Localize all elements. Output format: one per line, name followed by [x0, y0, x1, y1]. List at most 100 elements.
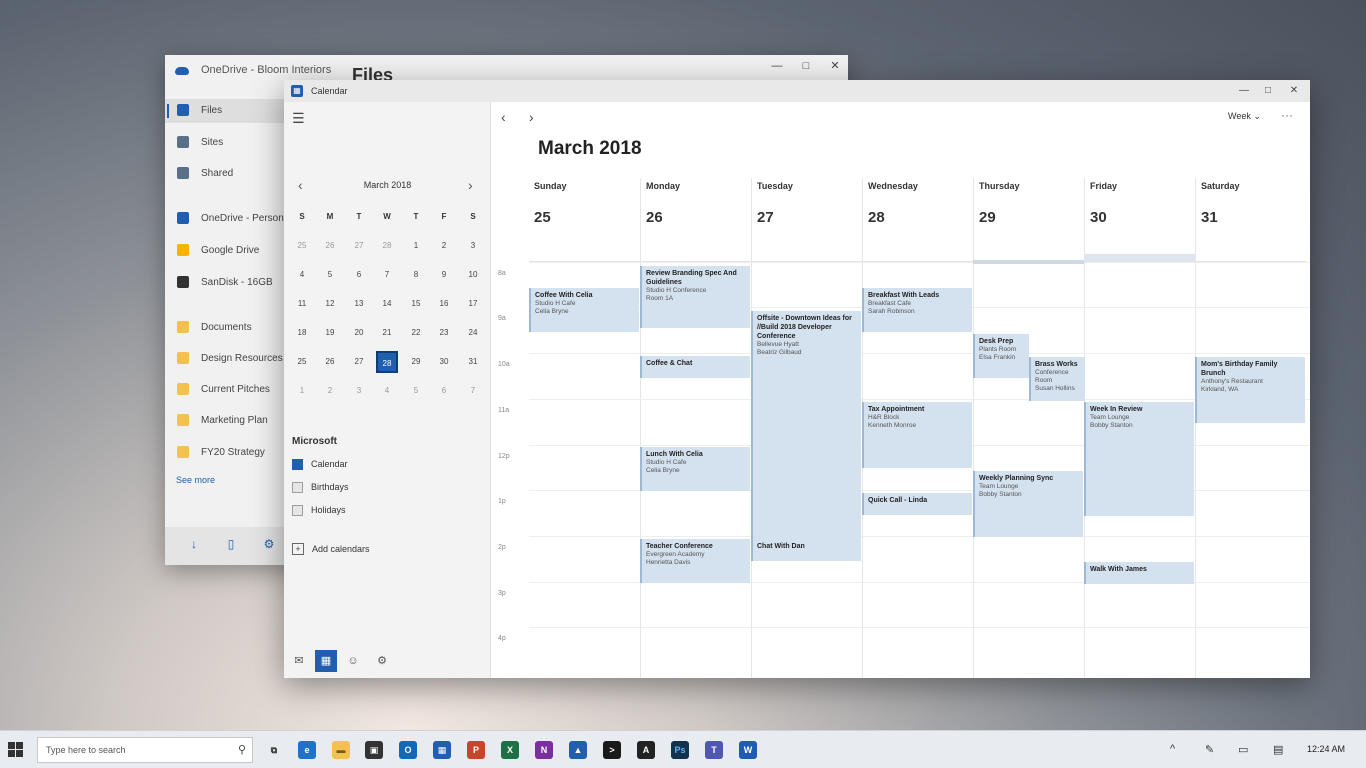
terminal-icon[interactable]: > — [603, 741, 621, 759]
mini-day[interactable]: 6 — [348, 264, 370, 286]
mini-day[interactable]: 10 — [462, 264, 484, 286]
day-number[interactable]: 31 — [1201, 209, 1218, 226]
calendar-event[interactable]: Coffee With Celia Studio H Cafe Celia Bryn… — [529, 288, 639, 332]
mini-day[interactable]: 7 — [376, 264, 398, 286]
files-nav-item[interactable]: Design Resources — [165, 347, 285, 371]
mini-day[interactable]: 15 — [405, 293, 427, 315]
people-icon[interactable]: ☺ — [342, 650, 364, 672]
settings-icon[interactable]: ⚙ — [371, 650, 393, 672]
mini-day[interactable]: 29 — [405, 351, 427, 373]
mini-day[interactable]: 30 — [433, 351, 455, 373]
mini-day[interactable]: 8 — [405, 264, 427, 286]
calendar-toggle[interactable]: Birthdays — [292, 481, 472, 495]
settings-icon[interactable]: ⚙ — [262, 537, 276, 551]
calendar-event[interactable]: Teacher Conference Evergreen Academy Henri… — [640, 539, 750, 583]
mini-day[interactable]: 1 — [291, 380, 313, 402]
checkbox-icon[interactable] — [292, 482, 303, 493]
mini-day[interactable]: 31 — [462, 351, 484, 373]
calendar-icon[interactable]: ▦ — [433, 741, 451, 759]
task-view-icon[interactable]: ⧉ — [265, 741, 283, 759]
mini-day[interactable]: 23 — [433, 322, 455, 344]
files-nav-item[interactable]: Files — [165, 99, 285, 123]
mini-day[interactable]: 9 — [433, 264, 455, 286]
files-see-more-link[interactable]: See more — [176, 475, 215, 485]
mini-day[interactable]: 7 — [462, 380, 484, 402]
tray-overflow-icon[interactable]: ^ — [1170, 743, 1175, 755]
more-options-icon[interactable]: ··· — [1281, 108, 1293, 122]
mini-day[interactable]: 20 — [348, 322, 370, 344]
mini-day[interactable]: 5 — [405, 380, 427, 402]
notifications-icon[interactable]: ▤ — [1273, 743, 1283, 756]
calendar-event[interactable]: Tax Appointment H&R Block Kenneth Monroe — [862, 402, 972, 468]
view-dropdown[interactable]: Week ⌄ — [1228, 111, 1261, 122]
photoshop-icon[interactable]: Ps — [671, 741, 689, 759]
all-day-event-bar[interactable] — [973, 260, 1084, 264]
calendar-event[interactable]: Walk With James — [1084, 562, 1194, 584]
calendar-event[interactable]: Lunch With Celia Studio H Cafe Celia Bryne — [640, 447, 750, 491]
start-button[interactable] — [8, 742, 24, 758]
mini-day[interactable]: 22 — [405, 322, 427, 344]
day-number[interactable]: 28 — [868, 209, 885, 226]
onenote-icon[interactable]: N — [535, 741, 553, 759]
files-nav-item[interactable]: Documents — [165, 316, 285, 340]
mini-day[interactable]: 19 — [319, 322, 341, 344]
mini-day[interactable]: 3 — [462, 235, 484, 257]
mini-day[interactable]: 2 — [319, 380, 341, 402]
files-nav-item[interactable]: SanDisk - 16GB — [165, 271, 285, 295]
calendar-event[interactable]: Offsite - Downtown Ideas for //Build 201… — [751, 311, 861, 561]
calendar-event[interactable]: Weekly Planning Sync Team Lounge Bobby Sta… — [973, 471, 1083, 537]
word-icon[interactable]: W — [739, 741, 757, 759]
calendar-close-button[interactable]: ✕ — [1282, 82, 1306, 100]
mini-day[interactable]: 21 — [376, 322, 398, 344]
mini-day[interactable]: 18 — [291, 322, 313, 344]
file-explorer-icon[interactable]: ▬ — [332, 741, 350, 759]
files-nav-item[interactable]: Sites — [165, 131, 285, 155]
day-number[interactable]: 30 — [1090, 209, 1107, 226]
calendar-switch-icon[interactable]: ▦ — [315, 650, 337, 672]
mini-day[interactable]: 6 — [433, 380, 455, 402]
calendar-event[interactable]: Mom's Birthday Family Brunch Anthony's Re… — [1195, 357, 1305, 423]
day-number[interactable]: 25 — [534, 209, 551, 226]
calendar-event[interactable]: Chat With Dan — [751, 539, 861, 561]
day-number[interactable]: 27 — [757, 209, 774, 226]
mail-icon[interactable]: ✉ — [288, 650, 310, 672]
taskbar-clock[interactable]: 12:24 AM — [1307, 744, 1345, 754]
mini-day[interactable]: 3 — [348, 380, 370, 402]
mini-day[interactable]: 4 — [291, 264, 313, 286]
calendar-event[interactable]: Breakfast With Leads Breakfast Cafe Sarah … — [862, 288, 972, 332]
edge-icon[interactable]: e — [298, 741, 316, 759]
calendar-event[interactable]: Desk Prep Plants Room Elsa Frankin — [973, 334, 1029, 378]
mini-day[interactable]: 13 — [348, 293, 370, 315]
hamburger-menu-icon[interactable]: ☰ — [292, 111, 305, 125]
mini-day[interactable]: 28 — [376, 351, 398, 373]
outlook-icon[interactable]: O — [399, 741, 417, 759]
files-close-button[interactable]: ✕ — [820, 57, 850, 75]
excel-icon[interactable]: X — [501, 741, 519, 759]
files-nav-item[interactable]: Google Drive — [165, 239, 285, 263]
store-icon[interactable]: ▣ — [365, 741, 383, 759]
files-nav-item[interactable]: OneDrive - Personal — [165, 207, 292, 231]
calendar-minimize-button[interactable]: — — [1232, 82, 1256, 100]
mini-day[interactable]: 1 — [405, 235, 427, 257]
calendar-event[interactable]: Coffee & Chat — [640, 356, 750, 378]
mini-day[interactable]: 25 — [291, 351, 313, 373]
calendar-event[interactable]: Week In Review Team Lounge Bobby Stanton — [1084, 402, 1194, 516]
powerpoint-icon[interactable]: P — [467, 741, 485, 759]
mini-day[interactable]: 27 — [348, 351, 370, 373]
checkbox-icon[interactable] — [292, 505, 303, 516]
pen-icon[interactable]: ✎ — [1205, 743, 1214, 756]
mini-day[interactable]: 16 — [433, 293, 455, 315]
files-nav-item[interactable]: Marketing Plan — [165, 409, 285, 433]
files-maximize-button[interactable]: □ — [791, 57, 821, 75]
teams-icon[interactable]: T — [705, 741, 723, 759]
week-next-icon[interactable]: › — [529, 109, 534, 125]
day-number[interactable]: 26 — [646, 209, 663, 226]
recycle-bin-icon[interactable]: ▯ — [224, 537, 238, 551]
mini-day[interactable]: 27 — [348, 235, 370, 257]
mini-day[interactable]: 26 — [319, 235, 341, 257]
mini-day[interactable]: 4 — [376, 380, 398, 402]
adobe-icon[interactable]: A — [637, 741, 655, 759]
day-number[interactable]: 29 — [979, 209, 996, 226]
checkbox-icon[interactable] — [292, 459, 303, 470]
calendar-maximize-button[interactable]: □ — [1256, 82, 1280, 100]
